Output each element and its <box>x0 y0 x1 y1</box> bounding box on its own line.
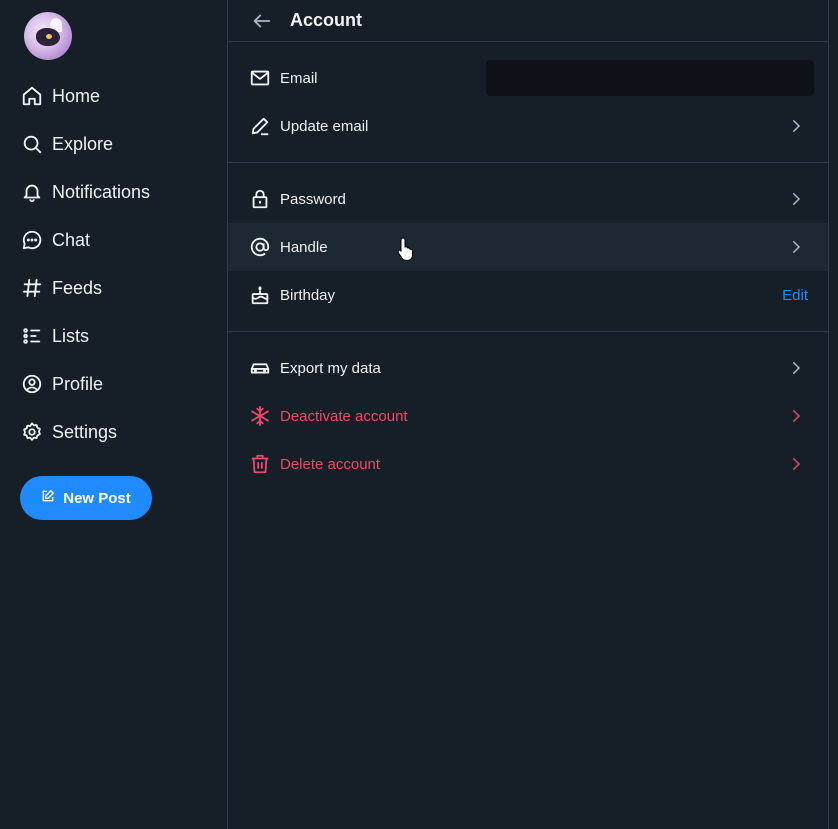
nav-item-home[interactable]: Home <box>18 72 150 120</box>
hash-icon <box>18 274 46 302</box>
envelope-icon <box>248 66 272 90</box>
birthday-label: Birthday <box>280 286 336 304</box>
password-row[interactable]: Password <box>228 175 828 223</box>
compose-icon <box>41 489 55 508</box>
delete-account-row[interactable]: Delete account <box>228 440 828 488</box>
handle-label: Handle <box>280 238 328 256</box>
nav-label: Notifications <box>52 181 151 202</box>
pencil-icon <box>248 114 272 138</box>
content-right-divider <box>828 0 829 829</box>
email-row: Email <box>228 54 828 102</box>
bell-icon <box>18 178 46 206</box>
export-data-row[interactable]: Export my data <box>228 344 828 392</box>
nav-item-settings[interactable]: Settings <box>18 408 150 456</box>
delete-account-label: Delete account <box>280 455 381 473</box>
chevron-right-icon <box>784 187 808 211</box>
email-label: Email <box>280 69 318 87</box>
cake-icon <box>248 283 272 307</box>
car-icon <box>248 356 272 380</box>
nav-item-chat[interactable]: Chat <box>18 216 150 264</box>
chevron-right-icon <box>784 114 808 138</box>
sidebar: Home Explore Notifications Chat Feeds Li… <box>0 0 228 829</box>
profile-icon <box>18 370 46 398</box>
update-email-label: Update email <box>280 117 369 135</box>
pointer-cursor-icon <box>396 236 418 262</box>
page-title: Account <box>290 10 362 30</box>
email-value-redacted <box>486 60 814 96</box>
birthday-row: Birthday Edit <box>228 271 828 319</box>
handle-row[interactable]: Handle <box>228 223 828 271</box>
update-email-row[interactable]: Update email <box>228 102 828 150</box>
nav-label: Settings <box>52 421 118 442</box>
chevron-right-icon <box>784 356 808 380</box>
nav-label: Home <box>52 85 101 106</box>
account-settings-panel: Account Email Update email Password Hand… <box>228 0 828 829</box>
chevron-right-icon <box>784 404 808 428</box>
nav-label: Lists <box>52 325 90 346</box>
avatar[interactable] <box>24 12 72 60</box>
nav-label: Chat <box>52 229 91 250</box>
snowflake-icon <box>248 404 272 428</box>
gear-icon <box>18 418 46 446</box>
chat-icon <box>18 226 46 254</box>
email-section: Email Update email <box>228 42 828 163</box>
deactivate-account-label: Deactivate account <box>280 407 408 425</box>
nav-label: Profile <box>52 373 104 394</box>
security-section: Password Handle Birthday Edit <box>228 163 828 332</box>
nav-label: Explore <box>52 133 114 154</box>
chevron-right-icon <box>784 452 808 476</box>
nav-label: Feeds <box>52 277 103 298</box>
export-data-label: Export my data <box>280 359 381 377</box>
back-arrow-icon[interactable] <box>250 9 274 33</box>
deactivate-account-row[interactable]: Deactivate account <box>228 392 828 440</box>
birthday-edit-link[interactable]: Edit <box>782 287 808 304</box>
nav-item-explore[interactable]: Explore <box>18 120 150 168</box>
home-icon <box>18 82 46 110</box>
nav-item-notifications[interactable]: Notifications <box>18 168 150 216</box>
nav-item-feeds[interactable]: Feeds <box>18 264 150 312</box>
search-icon <box>18 130 46 158</box>
new-post-label: New Post <box>63 489 131 507</box>
lock-icon <box>248 187 272 211</box>
data-section: Export my data Deactivate account Delete… <box>228 332 828 500</box>
nav-item-profile[interactable]: Profile <box>18 360 150 408</box>
password-label: Password <box>280 190 346 208</box>
at-sign-icon <box>248 235 272 259</box>
new-post-button[interactable]: New Post <box>20 476 152 520</box>
trash-icon <box>248 452 272 476</box>
list-icon <box>18 322 46 350</box>
chevron-right-icon <box>784 235 808 259</box>
main-nav: Home Explore Notifications Chat Feeds Li… <box>18 72 150 456</box>
page-header: Account <box>228 0 828 42</box>
nav-item-lists[interactable]: Lists <box>18 312 150 360</box>
